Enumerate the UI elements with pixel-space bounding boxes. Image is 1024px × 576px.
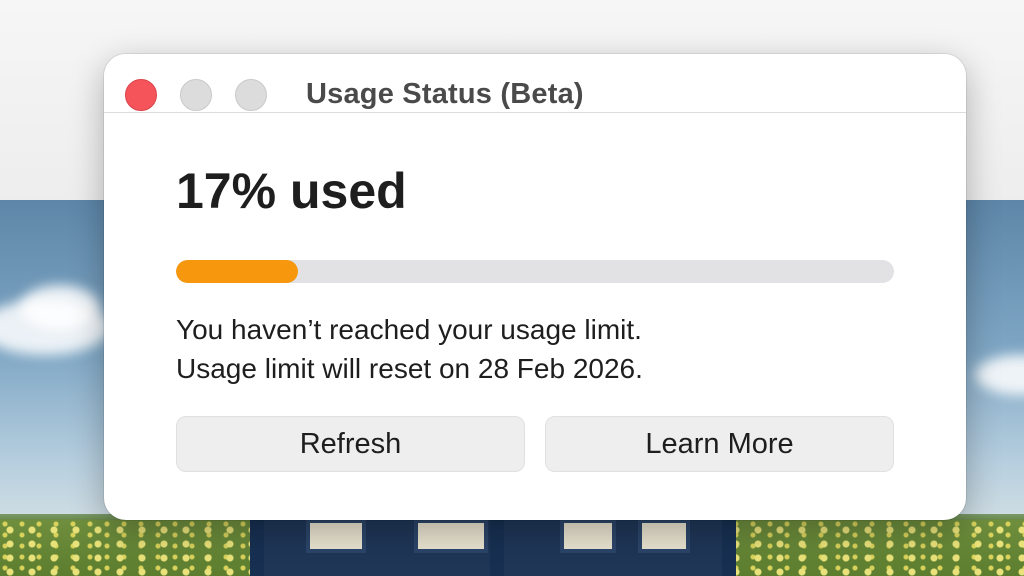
title-bar[interactable]: Usage Status (Beta)	[104, 54, 966, 113]
minimize-button[interactable]	[180, 79, 212, 111]
refresh-button[interactable]: Refresh	[176, 416, 525, 472]
usage-progress-bar	[176, 260, 894, 283]
cloud	[20, 285, 100, 330]
box-window	[414, 519, 488, 553]
desktop-scene: Usage Status (Beta) 17% used You haven’t…	[0, 0, 1024, 576]
window-title: Usage Status (Beta)	[306, 78, 584, 110]
zoom-button[interactable]	[235, 79, 267, 111]
usage-headline: 17% used	[176, 163, 407, 219]
box-window	[560, 519, 616, 553]
learn-more-button[interactable]: Learn More	[545, 416, 894, 472]
box-window	[638, 519, 690, 553]
limit-status-text: You haven’t reached your usage limit.	[176, 314, 642, 345]
usage-content: 17% used You haven’t reached your usage …	[176, 163, 894, 472]
box-window	[306, 519, 366, 553]
reset-date-text: Usage limit will reset on 28 Feb 2026.	[176, 353, 643, 384]
close-button[interactable]	[125, 79, 157, 111]
usage-progress-fill	[176, 260, 299, 283]
usage-status-window: Usage Status (Beta) 17% used You haven’t…	[104, 54, 966, 520]
